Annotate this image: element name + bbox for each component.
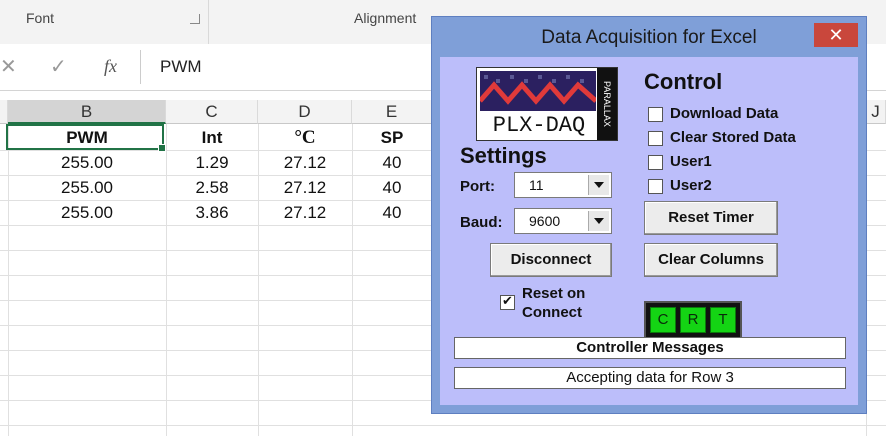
- close-button[interactable]: ✕: [814, 23, 858, 47]
- header-cell-temp[interactable]: °C: [258, 125, 352, 150]
- receive-led: R: [680, 307, 706, 333]
- baud-label: Baud:: [460, 214, 503, 231]
- reset-on-connect-label-1: Reset on: [522, 285, 586, 302]
- column-header-e[interactable]: E: [352, 100, 432, 124]
- header-cell-sp[interactable]: SP: [352, 125, 432, 150]
- plx-daq-dialog: Data Acquisition for Excel ✕ PLX-DAQ PAR…: [432, 17, 866, 413]
- data-cell[interactable]: 27.12: [258, 200, 352, 225]
- data-cell[interactable]: 40: [352, 175, 432, 200]
- dialog-client: PLX-DAQ PARALLAX Settings Port: 11 Baud:…: [440, 57, 858, 405]
- download-data-checkbox[interactable]: [648, 107, 663, 122]
- baud-value: 9600: [529, 213, 561, 229]
- baud-select[interactable]: 9600: [514, 208, 612, 234]
- column-header-b[interactable]: B: [8, 100, 166, 124]
- status-message: Accepting data for Row 3: [454, 367, 846, 389]
- plx-daq-logo: PLX-DAQ PARALLAX: [476, 67, 618, 141]
- dialog-title: Data Acquisition for Excel: [541, 27, 757, 48]
- chevron-down-icon[interactable]: [588, 211, 609, 231]
- port-select[interactable]: 11: [514, 172, 612, 198]
- port-value: 11: [529, 177, 544, 193]
- data-cell[interactable]: 255.00: [8, 175, 166, 200]
- clear-stored-data-label: Clear Stored Data: [670, 129, 796, 146]
- user2-label: User2: [670, 177, 712, 194]
- enter-icon[interactable]: ✓: [50, 54, 67, 79]
- transmit-led: T: [710, 307, 736, 333]
- data-cell[interactable]: 1.29: [166, 150, 258, 175]
- control-heading: Control: [644, 69, 723, 94]
- column-header-d[interactable]: D: [258, 100, 352, 124]
- ribbon-group-font[interactable]: Font: [26, 10, 54, 26]
- formula-input[interactable]: PWM: [160, 57, 202, 77]
- column-header-c[interactable]: C: [166, 100, 258, 124]
- settings-heading: Settings: [460, 143, 547, 168]
- data-cell[interactable]: 2.58: [166, 175, 258, 200]
- user2-checkbox[interactable]: [648, 179, 663, 194]
- download-data-label: Download Data: [670, 105, 779, 122]
- font-dialog-launcher-icon[interactable]: [190, 14, 200, 24]
- logo-art-icon: [480, 71, 596, 111]
- data-cell[interactable]: 3.86: [166, 200, 258, 225]
- ribbon-group-alignment[interactable]: Alignment: [354, 10, 416, 26]
- clear-stored-data-checkbox[interactable]: [648, 131, 663, 146]
- disconnect-button[interactable]: Disconnect: [490, 243, 612, 277]
- reset-on-connect-label-2: Connect: [522, 304, 582, 321]
- clear-columns-button[interactable]: Clear Columns: [644, 243, 778, 277]
- ribbon-separator: [208, 0, 209, 44]
- formula-bar-divider: [140, 50, 141, 84]
- data-cell[interactable]: 27.12: [258, 175, 352, 200]
- column-header-a[interactable]: [0, 100, 8, 124]
- reset-timer-button[interactable]: Reset Timer: [644, 201, 778, 235]
- logo-side-text: PARALLAX: [597, 68, 617, 140]
- reset-on-connect-checkbox[interactable]: [500, 293, 515, 310]
- port-label: Port:: [460, 178, 495, 195]
- user1-checkbox[interactable]: [648, 155, 663, 170]
- controller-messages-heading: Controller Messages: [454, 337, 846, 359]
- data-cell[interactable]: 255.00: [8, 150, 166, 175]
- grid-line: [0, 425, 886, 426]
- data-cell[interactable]: 40: [352, 200, 432, 225]
- user1-label: User1: [670, 153, 712, 170]
- insert-function-icon[interactable]: fx: [104, 56, 117, 77]
- grid-line: [866, 124, 867, 436]
- logo-text: PLX-DAQ: [479, 112, 599, 140]
- fill-handle[interactable]: [158, 144, 166, 152]
- column-header-j[interactable]: J: [866, 100, 886, 124]
- active-cell-selection: [6, 124, 166, 152]
- cancel-icon[interactable]: ✕: [0, 54, 17, 79]
- data-cell[interactable]: 40: [352, 150, 432, 175]
- connect-led: C: [650, 307, 676, 333]
- data-cell[interactable]: 27.12: [258, 150, 352, 175]
- header-cell-int[interactable]: Int: [166, 125, 258, 150]
- dialog-titlebar[interactable]: Data Acquisition for Excel ✕: [432, 17, 866, 57]
- crt-indicator: C R T: [644, 301, 742, 339]
- chevron-down-icon[interactable]: [588, 175, 609, 195]
- data-cell[interactable]: 255.00: [8, 200, 166, 225]
